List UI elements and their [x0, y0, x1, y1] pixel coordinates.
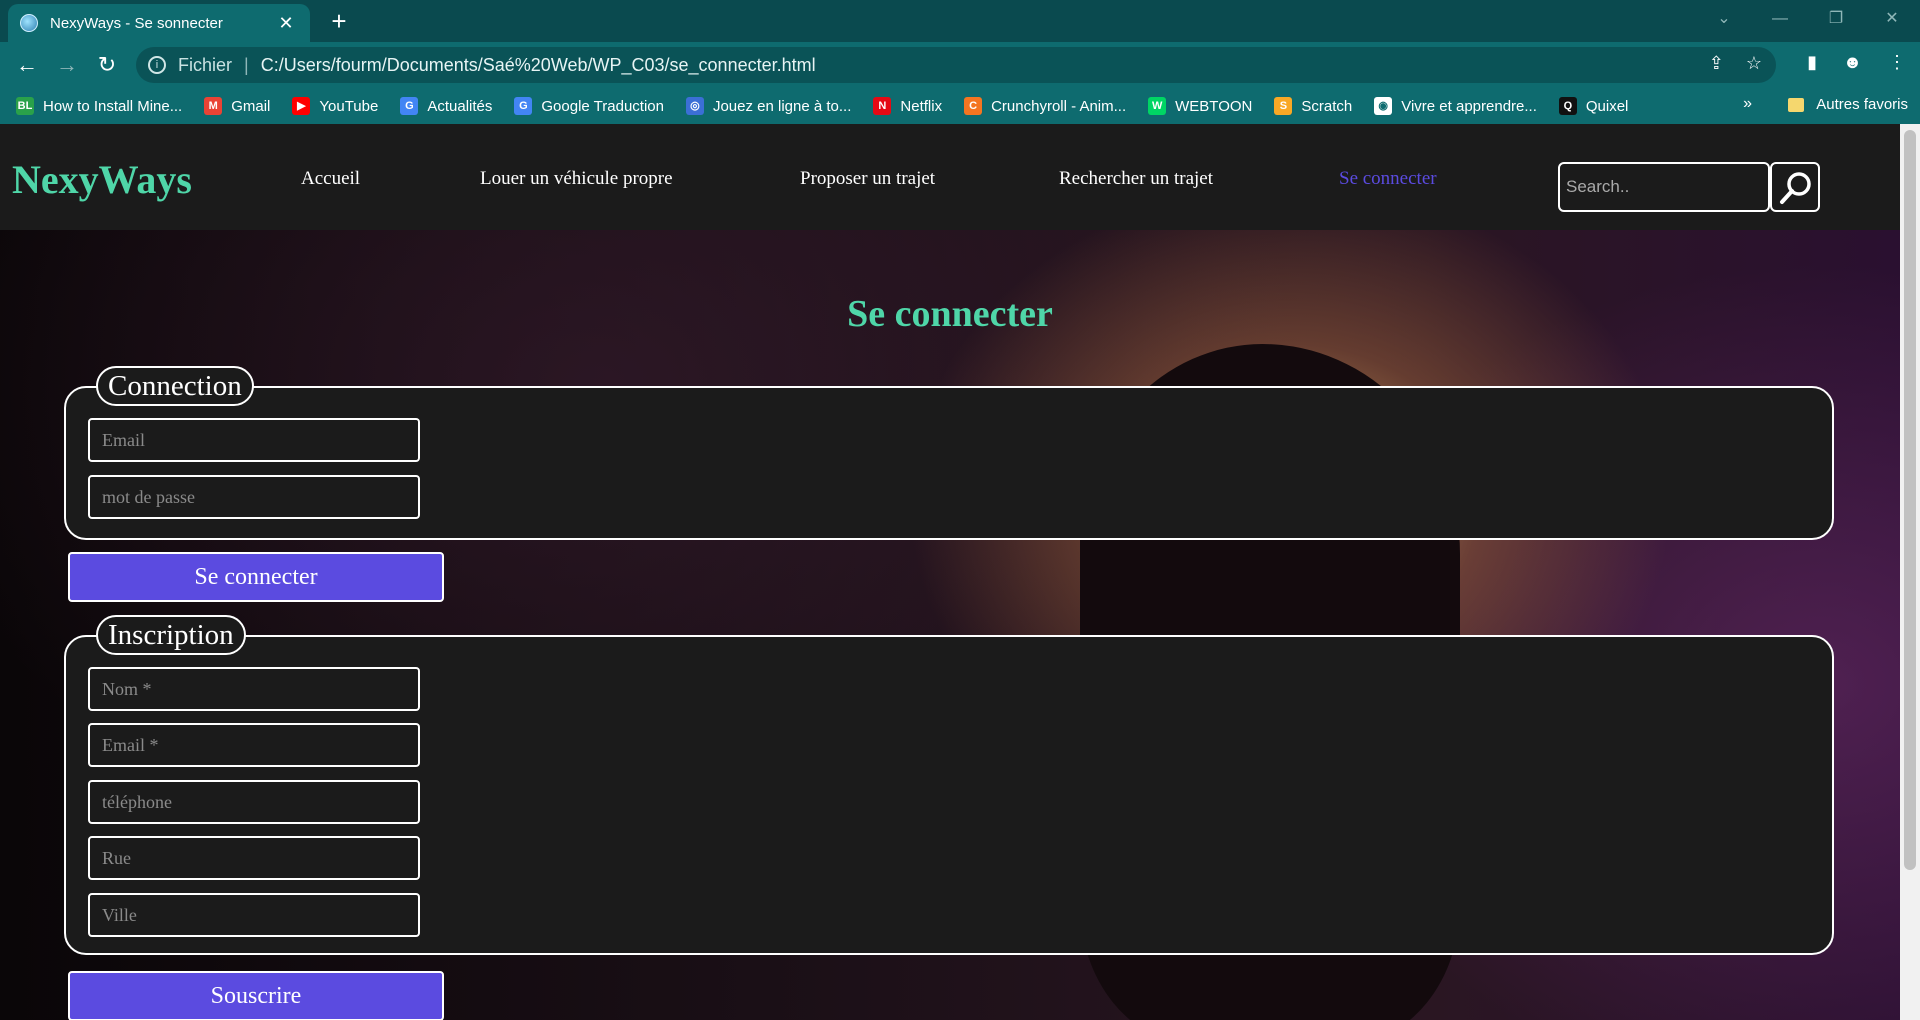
webtoon-icon: W — [1148, 97, 1167, 115]
site-logo[interactable]: NexyWays — [12, 156, 192, 203]
bookmark-label: Scratch — [1301, 97, 1353, 115]
minimize-icon[interactable]: — — [1752, 0, 1808, 38]
bl-icon: BL — [16, 97, 34, 115]
nav-louer-vehicule[interactable]: Louer un véhicule propre — [480, 168, 673, 190]
profile-avatar-icon[interactable]: ☻ — [1843, 52, 1862, 73]
bookmark-item[interactable]: N Netflix — [873, 97, 942, 115]
restore-icon[interactable]: ❐ — [1808, 0, 1864, 38]
tab-title: NexyWays - Se sonnecter — [50, 14, 223, 32]
side-panel-icon[interactable]: ▮ — [1807, 52, 1817, 73]
bookmark-item[interactable]: ◎ Jouez en ligne à to... — [685, 97, 852, 115]
info-icon[interactable]: i — [148, 56, 166, 74]
close-window-icon[interactable]: ✕ — [1864, 0, 1920, 38]
other-bookmarks-label: Autres favoris — [1816, 96, 1908, 113]
globe-icon: ◉ — [1374, 97, 1393, 115]
tab-search-icon[interactable]: ⌄ — [1696, 0, 1752, 38]
bookmark-star-icon[interactable]: ☆ — [1746, 53, 1762, 74]
bookmark-label: Netflix — [900, 97, 943, 115]
browser-tab[interactable]: NexyWays - Se sonnecter ✕ — [8, 4, 310, 42]
close-tab-icon[interactable]: ✕ — [274, 13, 298, 34]
signup-email-field[interactable]: Email * — [88, 723, 420, 767]
signup-name-field[interactable]: Nom * — [88, 667, 420, 711]
youtube-icon: ▶ — [292, 97, 311, 115]
signup-fieldset: Inscription Nom * Email * téléphone Rue … — [64, 615, 1834, 955]
login-legend: Connection — [96, 366, 254, 406]
bookmark-label: Google Traduction — [541, 97, 664, 115]
signup-button[interactable]: Souscrire — [68, 971, 444, 1020]
nav-se-connecter[interactable]: Se connecter — [1339, 168, 1437, 190]
signup-street-field[interactable]: Rue — [88, 836, 420, 880]
translate-icon: G — [514, 97, 533, 115]
news-icon: G — [400, 97, 419, 115]
bookmark-item[interactable]: S Scratch — [1274, 97, 1352, 115]
folder-icon — [1788, 97, 1805, 112]
site-header: NexyWays Accueil Louer un véhicule propr… — [0, 124, 1900, 230]
bookmark-item[interactable]: M Gmail — [204, 97, 270, 115]
bookmark-label: Vivre et apprendre... — [1401, 97, 1537, 115]
netflix-icon: N — [873, 97, 892, 115]
game-icon: ◎ — [685, 97, 704, 115]
page-scrollbar[interactable] — [1900, 124, 1920, 1020]
bookmark-label: Actualités — [427, 97, 493, 115]
signup-phone-field[interactable]: téléphone — [88, 780, 420, 824]
bookmark-item[interactable]: G Google Traduction — [514, 97, 664, 115]
address-url[interactable]: C:/Users/fourm/Documents/Saé%20Web/WP_C0… — [261, 55, 816, 76]
signup-city-field[interactable]: Ville — [88, 893, 420, 937]
menu-kebab-icon[interactable]: ⋮ — [1888, 52, 1906, 73]
crunchyroll-icon: C — [964, 97, 983, 115]
back-arrow-icon[interactable]: ← — [12, 50, 42, 80]
login-fieldset: Connection Email mot de passe — [64, 366, 1834, 540]
bookmarks-overflow-button[interactable]: » — [1743, 95, 1752, 113]
nav-rechercher-trajet[interactable]: Rechercher un trajet — [1059, 168, 1213, 190]
share-icon[interactable]: ⇪ — [1709, 53, 1724, 74]
browser-toolbar: ← → ↻ i Fichier | C:/Users/fourm/Documen… — [0, 42, 1920, 88]
other-bookmarks[interactable]: Autres favoris — [1788, 96, 1908, 113]
search-input[interactable]: Search.. — [1558, 162, 1770, 212]
bookmark-label: Quixel — [1585, 97, 1629, 115]
gmail-icon: M — [204, 97, 223, 115]
bookmark-item[interactable]: BL How to Install Mine... — [16, 97, 182, 115]
bookmark-item[interactable]: C Crunchyroll - Anim... — [964, 97, 1126, 115]
nav-accueil[interactable]: Accueil — [301, 168, 360, 190]
bookmark-label: WEBTOON — [1175, 97, 1253, 115]
signup-legend: Inscription — [96, 615, 246, 655]
scratch-icon: S — [1274, 97, 1293, 115]
bookmark-item[interactable]: G Actualités — [400, 97, 492, 115]
address-scheme: Fichier — [178, 54, 233, 75]
bookmark-label: Gmail — [231, 97, 271, 115]
address-separator: | — [244, 54, 249, 75]
browser-tabstrip: NexyWays - Se sonnecter ✕ + ⌄ — ❐ ✕ — [0, 0, 1920, 42]
bookmark-item[interactable]: W WEBTOON — [1148, 97, 1252, 115]
bookmark-label: How to Install Mine... — [43, 97, 183, 115]
quixel-icon: Q — [1558, 97, 1577, 115]
login-button[interactable]: Se connecter — [68, 552, 444, 602]
bookmarks-bar: BL How to Install Mine... M Gmail ▶ YouTube G A… — [0, 88, 1920, 124]
login-email-field[interactable]: Email — [88, 418, 420, 462]
bookmark-item[interactable]: Q Quixel — [1558, 97, 1629, 115]
site-favicon-icon — [20, 14, 38, 32]
scrollbar-thumb[interactable] — [1904, 130, 1916, 870]
forward-arrow-icon[interactable]: → — [52, 50, 82, 80]
bookmark-label: Jouez en ligne à to... — [712, 97, 852, 115]
nav-proposer-trajet[interactable]: Proposer un trajet — [800, 168, 935, 190]
login-password-field[interactable]: mot de passe — [88, 475, 420, 519]
address-bar[interactable]: i Fichier | C:/Users/fourm/Documents/Saé… — [136, 47, 1776, 83]
page-title: Se connecter — [847, 293, 1053, 335]
page-viewport: NexyWays Accueil Louer un véhicule propr… — [0, 124, 1900, 1020]
reload-icon[interactable]: ↻ — [92, 50, 122, 80]
window-controls: ⌄ — ❐ ✕ — [1696, 0, 1920, 42]
bookmark-label: Crunchyroll - Anim... — [991, 97, 1127, 115]
new-tab-button[interactable]: + — [324, 6, 354, 36]
bookmark-item[interactable]: ▶ YouTube — [292, 97, 378, 115]
bookmark-label: YouTube — [319, 97, 379, 115]
search-icon — [1780, 172, 1811, 204]
search-button[interactable] — [1770, 162, 1820, 212]
bookmark-item[interactable]: ◉ Vivre et apprendre... — [1374, 97, 1537, 115]
